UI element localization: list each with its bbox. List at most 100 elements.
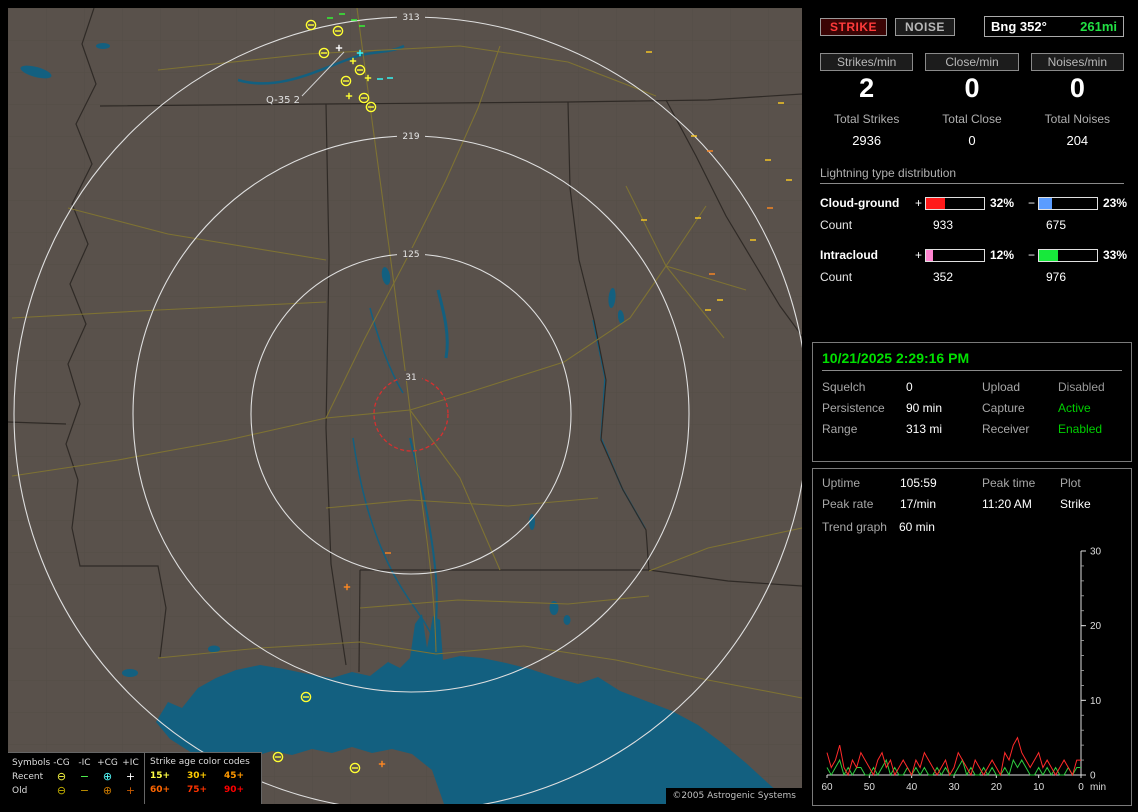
cg-neg-bar-fill — [1039, 197, 1053, 209]
ring-label-125: 125 — [402, 250, 419, 260]
pos-ic-old-icon: + — [125, 784, 136, 797]
noises-column: Noises/min 0 Total Noises 204 — [1030, 53, 1124, 148]
stats-section: STRIKE NOISE Bng 352° 261mi Strikes/min … — [812, 8, 1132, 336]
intracloud-count-row: Count 352 976 — [820, 270, 1124, 284]
datetime-display: 10/21/2025 2:29:16 PM — [822, 350, 970, 366]
peak-rate-value: 17/min — [900, 497, 937, 511]
svg-text:20: 20 — [1090, 621, 1102, 632]
intracloud-row: Intracloud + 12% − 33% — [820, 248, 1127, 262]
legend-symbols-block: Symbols -CG -IC +CG +IC Recent ⊖ − ⊕ + O… — [8, 753, 144, 804]
uptime-value: 105:59 — [900, 476, 937, 490]
trend-graph-label: Trend graph — [822, 520, 887, 534]
ic-neg-pct: 33% — [1103, 248, 1128, 262]
persistence-value: 90 min — [906, 401, 943, 415]
legend-old-label: Old — [12, 786, 28, 796]
svg-text:min: min — [1090, 782, 1106, 793]
total-noises-label: Total Noises — [1044, 112, 1111, 126]
svg-text:30: 30 — [1090, 547, 1102, 558]
plot-value: Strike — [1060, 497, 1091, 511]
ic-count-label: Count — [820, 270, 853, 284]
receiver-status: Enabled — [1058, 422, 1103, 436]
cg-neg-count: 675 — [1046, 218, 1067, 232]
age-45: 45+ — [224, 771, 245, 781]
close-per-min-chip: Close/min — [925, 53, 1019, 71]
age-60: 60+ — [150, 785, 171, 795]
legend-symbols-title: Symbols — [12, 758, 51, 768]
legend-col-neg-cg: -CG — [53, 758, 70, 768]
cg-pos-count: 933 — [933, 218, 954, 232]
cg-count-label: Count — [820, 218, 853, 232]
pos-cg-recent-icon: ⊕ — [102, 770, 113, 783]
ring-label-219: 219 — [402, 132, 419, 142]
total-strikes-value: 2936 — [852, 133, 882, 148]
ic-neg-bar-fill — [1039, 249, 1059, 261]
upload-label: Upload — [982, 380, 1021, 394]
cg-pos-sign: + — [914, 196, 922, 210]
svg-text:10: 10 — [1033, 782, 1045, 793]
strikes-per-min-chip: Strikes/min — [820, 53, 914, 71]
legend-age-block: Strike age color codes 15+ 30+ 45+ 60+ 7… — [144, 753, 261, 804]
strike-indicator[interactable]: STRIKE — [820, 17, 888, 36]
map-legend: Symbols -CG -IC +CG +IC Recent ⊖ − ⊕ + O… — [8, 752, 262, 804]
ic-pos-bar — [925, 248, 985, 262]
svg-text:0: 0 — [1090, 771, 1096, 782]
legend-col-pos-ic: +IC — [122, 758, 139, 768]
svg-text:30: 30 — [948, 782, 960, 793]
age-90: 90+ — [224, 785, 245, 795]
peak-time-label: Peak time — [982, 476, 1036, 490]
cg-neg-pct: 23% — [1103, 196, 1128, 210]
svg-text:50: 50 — [864, 782, 876, 793]
cg-pos-bar-fill — [926, 197, 945, 209]
cg-pos-bar — [925, 196, 985, 210]
strikes-per-min-value: 2 — [859, 73, 875, 103]
ic-neg-count: 976 — [1046, 270, 1067, 284]
receiver-label: Receiver — [982, 422, 1030, 436]
legend-col-neg-ic: -IC — [78, 758, 91, 768]
age-15: 15+ — [150, 771, 171, 781]
cg-neg-bar — [1038, 196, 1098, 210]
map-area[interactable]: 313 219 125 31 Q-35 2 Symbols -CG -IC +C… — [8, 8, 802, 804]
uptime-label: Uptime — [822, 476, 861, 490]
legend-col-pos-cg: +CG — [97, 758, 118, 768]
upload-status: Disabled — [1058, 380, 1105, 394]
lightning-map[interactable]: 313 219 125 31 Q-35 2 — [8, 8, 802, 804]
cloud-ground-count-row: Count 933 675 — [820, 218, 1124, 232]
copyright-label: ©2005 Astrogenic Systems — [666, 788, 802, 804]
age-75: 75+ — [187, 785, 208, 795]
control-panel: STRIKE NOISE Bng 352° 261mi Strikes/min … — [812, 8, 1132, 806]
trend-window-value: 60 min — [898, 520, 935, 534]
storm-cell-label: Q-35 2 — [266, 95, 300, 106]
peak-rate-label: Peak rate — [822, 497, 874, 511]
ic-pos-sign: + — [914, 248, 922, 262]
ring-label-31: 31 — [405, 373, 416, 383]
noise-indicator[interactable]: NOISE — [895, 17, 955, 36]
datetime-divider — [822, 370, 1122, 371]
noises-per-min-chip: Noises/min — [1030, 53, 1124, 71]
bearing-range: 261mi — [1080, 19, 1117, 34]
close-column: Close/min 0 Total Close 0 — [925, 53, 1019, 148]
total-noises-value: 204 — [1066, 133, 1089, 148]
distribution-title: Lightning type distribution — [820, 166, 957, 180]
ic-neg-sign: − — [1027, 248, 1035, 262]
strikes-column: Strikes/min 2 Total Strikes 2936 — [820, 53, 914, 148]
capture-status: Active — [1058, 401, 1091, 415]
range-value: 313 mi — [906, 422, 943, 436]
cg-pos-pct: 32% — [990, 196, 1015, 210]
age-30: 30+ — [187, 771, 208, 781]
total-close-label: Total Close — [942, 112, 1002, 126]
cloud-ground-label: Cloud-ground — [820, 196, 900, 210]
bearing-label: Bng 352° — [991, 19, 1047, 34]
ic-neg-bar — [1038, 248, 1098, 262]
cg-neg-sign: − — [1027, 196, 1035, 210]
svg-text:60: 60 — [821, 782, 833, 793]
peak-time-value: 11:20 AM — [982, 497, 1032, 511]
ic-pos-count: 352 — [933, 270, 954, 284]
stormvue-window: 313 219 125 31 Q-35 2 Symbols -CG -IC +C… — [0, 0, 1138, 812]
trend-series-Strikes/min — [826, 736, 1081, 777]
ic-pos-pct: 12% — [990, 248, 1015, 262]
close-per-min-value: 0 — [964, 73, 980, 103]
pos-ic-recent-icon: + — [125, 770, 136, 783]
svg-text:40: 40 — [906, 782, 918, 793]
squelch-value: 0 — [906, 380, 913, 394]
trend-graph: 010203060 50 40 30 20 10 0 min — [821, 547, 1106, 794]
